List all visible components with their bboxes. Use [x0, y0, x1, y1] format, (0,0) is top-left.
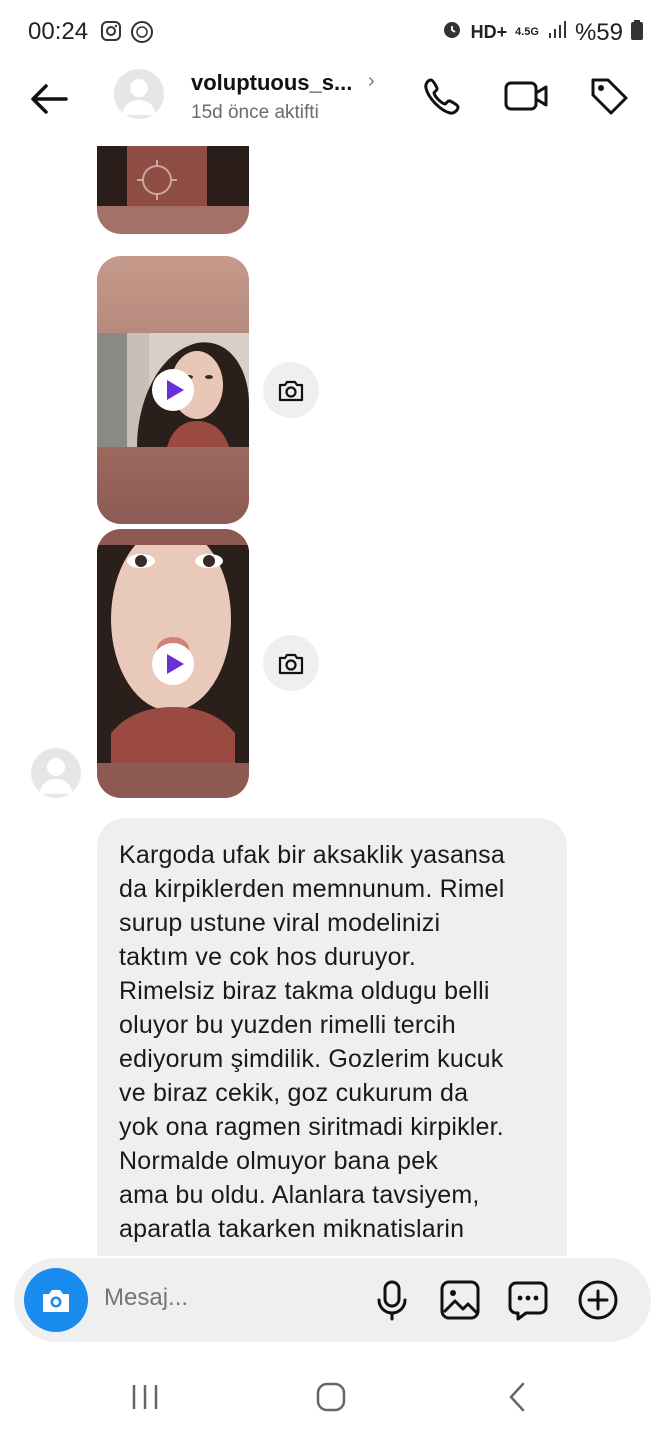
tag-button[interactable] — [587, 74, 631, 118]
chevron-left-icon — [509, 1382, 525, 1412]
video-icon — [504, 81, 548, 111]
back-arrow-icon — [31, 84, 68, 114]
sticker-icon — [508, 1281, 548, 1321]
camera-button[interactable] — [24, 1268, 88, 1332]
video-message[interactable] — [97, 256, 249, 524]
status-right: HD+ 4.5G %59 — [441, 18, 643, 47]
microphone-icon — [377, 1280, 407, 1321]
home-button[interactable] — [316, 1382, 346, 1417]
back-button[interactable] — [26, 76, 72, 122]
gallery-button[interactable] — [438, 1278, 482, 1322]
message-bubble[interactable]: Kargoda ufak bir aksaklik yasansa da kir… — [97, 818, 567, 1256]
message-composer — [14, 1258, 651, 1342]
media-message[interactable] — [97, 146, 249, 234]
home-icon — [316, 1382, 346, 1412]
plus-icon — [578, 1280, 618, 1320]
recent-apps-button[interactable] — [130, 1382, 160, 1417]
chat-thread[interactable]: Kargoda ufak bir aksaklik yasansa da kir… — [0, 146, 665, 1256]
signal-icon — [547, 19, 567, 47]
clock-notification-icon — [130, 20, 154, 49]
gallery-icon — [440, 1280, 480, 1320]
phone-icon — [424, 78, 460, 115]
play-icon — [167, 380, 184, 400]
reply-camera-button[interactable] — [263, 635, 319, 691]
system-back-button[interactable] — [504, 1382, 532, 1417]
reply-camera-button[interactable] — [263, 362, 319, 418]
media-photo — [97, 146, 249, 206]
status-time: 00:24 — [28, 18, 89, 45]
play-button[interactable] — [152, 643, 194, 685]
sender-avatar[interactable] — [31, 748, 81, 798]
header-avatar[interactable] — [114, 69, 164, 119]
battery-icon — [631, 19, 643, 47]
battery-label: %59 — [574, 18, 623, 46]
header-username[interactable]: voluptuous_s... — [191, 70, 352, 96]
video-message[interactable] — [97, 529, 249, 798]
status-bar: 00:24 HD+ 4.5G %59 — [0, 0, 665, 64]
chat-header: voluptuous_s... › 15d önce aktifti — [0, 64, 665, 146]
message-text: Kargoda ufak bir aksaklik yasansa da kir… — [119, 841, 505, 1243]
alarm-icon — [441, 18, 463, 47]
voice-message-button[interactable] — [370, 1278, 414, 1322]
camera-icon — [278, 653, 304, 675]
network-label: 4.5G — [515, 26, 539, 38]
tag-icon — [591, 78, 628, 115]
recent-apps-icon — [132, 1385, 158, 1409]
chevron-right-icon: › — [368, 70, 375, 92]
system-navigation-bar — [0, 1356, 665, 1440]
instagram-notification-icon — [100, 20, 122, 47]
play-button[interactable] — [152, 369, 194, 411]
hd-badge: HD+ — [470, 22, 508, 42]
header-activity-status: 15d önce aktifti — [191, 102, 319, 123]
message-input[interactable] — [104, 1284, 344, 1312]
play-icon — [167, 654, 184, 674]
audio-call-button[interactable] — [421, 74, 465, 118]
sticker-button[interactable] — [506, 1278, 550, 1322]
camera-icon — [43, 1290, 69, 1312]
more-options-button[interactable] — [576, 1278, 620, 1322]
camera-icon — [278, 380, 304, 402]
video-call-button[interactable] — [503, 74, 548, 118]
